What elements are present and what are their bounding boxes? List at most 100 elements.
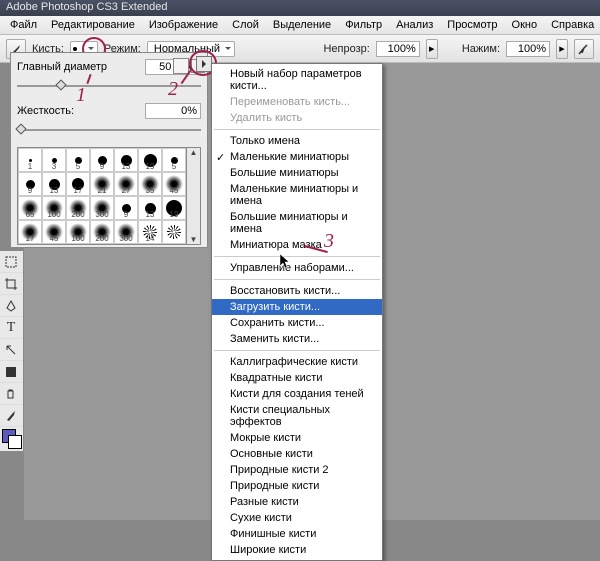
brush-preset[interactable]: 1	[18, 148, 42, 172]
brush-preset[interactable]: 9	[114, 196, 138, 220]
brush-preset[interactable]: 300	[90, 196, 114, 220]
brush-preset[interactable]: 9	[90, 148, 114, 172]
menu-item[interactable]: Кисти для создания теней	[212, 386, 382, 402]
opacity-input[interactable]: 100%	[376, 41, 420, 57]
menu-item[interactable]: Сухие кисти	[212, 510, 382, 526]
tool-brush[interactable]	[0, 405, 22, 427]
menu-item: Удалить кисть	[212, 110, 382, 126]
tool-hand[interactable]	[0, 383, 22, 405]
menu-help[interactable]: Справка	[545, 18, 600, 32]
diameter-thumb[interactable]	[55, 79, 66, 90]
airbrush-icon[interactable]	[574, 39, 594, 59]
menu-item[interactable]: Большие миниатюры	[212, 165, 382, 181]
opacity-label: Непрозр:	[323, 43, 369, 55]
menu-file[interactable]: Файл	[4, 18, 43, 32]
menu-select[interactable]: Выделение	[267, 18, 337, 32]
menu-item[interactable]: Кисти специальных эффектов	[212, 402, 382, 430]
menu-item[interactable]: Управление наборами...	[212, 260, 382, 276]
menu-item[interactable]: Большие миниатюры и имена	[212, 209, 382, 237]
brush-preset[interactable]: 5	[162, 148, 186, 172]
tool-path[interactable]	[0, 339, 22, 361]
brush-preset[interactable]: 17	[66, 172, 90, 196]
brush-preset[interactable]: 13	[138, 196, 162, 220]
menu-item[interactable]: Каллиграфические кисти	[212, 354, 382, 370]
hardness-label: Жесткость:	[17, 105, 74, 117]
menu-filter[interactable]: Фильтр	[339, 18, 388, 32]
scroll-down-icon[interactable]: ▼	[190, 235, 198, 244]
hardness-thumb[interactable]	[15, 123, 26, 134]
background-swatch[interactable]	[8, 435, 22, 449]
brush-preset[interactable]: 300	[114, 220, 138, 244]
tool-shape[interactable]	[0, 361, 22, 383]
menu-window[interactable]: Окно	[506, 18, 544, 32]
tool-crop[interactable]	[0, 273, 22, 295]
tool-pen[interactable]	[0, 295, 22, 317]
menu-item[interactable]: Разные кисти	[212, 494, 382, 510]
brush-preset[interactable]: 21	[90, 172, 114, 196]
menu-view[interactable]: Просмотр	[441, 18, 503, 32]
menu-item[interactable]: Квадратные кисти	[212, 370, 382, 386]
brush-preset[interactable]: 100	[66, 220, 90, 244]
opacity-flyout-icon[interactable]: ▸	[426, 39, 438, 59]
brush-preset[interactable]: 3	[42, 148, 66, 172]
brush-preset-panel: Главный диаметр 50 пикс Жесткость: 0% 13…	[10, 52, 208, 248]
menu-item[interactable]: Новый набор параметров кисти...	[212, 66, 382, 94]
brush-flyout-menu: Новый набор параметров кисти...Переимено…	[211, 63, 383, 561]
brush-preset[interactable]: 200	[66, 196, 90, 220]
menu-item[interactable]: Заменить кисти...	[212, 331, 382, 347]
brush-grid-scrollbar[interactable]: ▲ ▼	[187, 147, 201, 245]
menu-layer[interactable]: Слой	[226, 18, 265, 32]
brush-preset[interactable]: 45	[162, 172, 186, 196]
diameter-label: Главный диаметр	[17, 61, 107, 73]
brush-preset[interactable]: 45	[42, 220, 66, 244]
hardness-slider[interactable]	[17, 123, 201, 137]
brush-preset[interactable]: 13	[114, 148, 138, 172]
flow-input[interactable]: 100%	[506, 41, 550, 57]
diameter-slider[interactable]	[17, 79, 201, 93]
tool-type[interactable]: T	[0, 317, 22, 339]
menu-item[interactable]: Миниатюра мазка	[212, 237, 382, 253]
brush-preset[interactable]: 19	[138, 148, 162, 172]
scroll-up-icon[interactable]: ▲	[190, 148, 198, 157]
menu-item[interactable]: Сохранить кисти...	[212, 315, 382, 331]
brush-preset[interactable]: 100	[42, 196, 66, 220]
color-swatches[interactable]	[0, 427, 23, 451]
brush-preset[interactable]: 19	[162, 196, 186, 220]
menu-item[interactable]: Только имена	[212, 133, 382, 149]
menu-image[interactable]: Изображение	[143, 18, 224, 32]
brush-preset[interactable]: 9	[18, 172, 42, 196]
brush-dot-icon	[73, 47, 77, 51]
flow-flyout-icon[interactable]: ▸	[556, 39, 568, 59]
tool-marquee[interactable]	[0, 251, 22, 273]
flow-label: Нажим:	[462, 43, 500, 55]
brush-preset[interactable]: 27	[114, 172, 138, 196]
app-title: Adobe Photoshop CS3 Extended	[6, 1, 167, 13]
menu-item[interactable]: Мокрые кисти	[212, 430, 382, 446]
menu-item[interactable]: Маленькие миниатюры	[212, 149, 382, 165]
toolbox: T	[0, 250, 24, 452]
menu-item[interactable]: Природные кисти	[212, 478, 382, 494]
brush-preset[interactable]	[162, 220, 186, 244]
brush-preset[interactable]: 5	[66, 148, 90, 172]
brush-preset[interactable]: 35	[138, 172, 162, 196]
brush-preset[interactable]: 13	[42, 172, 66, 196]
title-bar: Adobe Photoshop CS3 Extended	[0, 0, 600, 16]
menu-item[interactable]: Восстановить кисти...	[212, 283, 382, 299]
hardness-field[interactable]: 0%	[145, 103, 201, 119]
brush-preset[interactable]: 65	[18, 196, 42, 220]
brush-grid: 1359131959131721273545651002003009131917…	[17, 147, 187, 245]
brush-preset[interactable]: 200	[90, 220, 114, 244]
panel-new-icon[interactable]	[173, 58, 189, 74]
menu-item[interactable]: Широкие кисти	[212, 542, 382, 558]
menu-item[interactable]: Загрузить кисти...	[212, 299, 382, 315]
menu-bar: Файл Редактирование Изображение Слой Выд…	[0, 16, 600, 35]
menu-item[interactable]: Маленькие миниатюры и имена	[212, 181, 382, 209]
menu-item: Переименовать кисть...	[212, 94, 382, 110]
brush-preset[interactable]: 14	[138, 220, 162, 244]
brush-preset[interactable]: 17	[18, 220, 42, 244]
menu-item[interactable]: Финишные кисти	[212, 526, 382, 542]
menu-edit[interactable]: Редактирование	[45, 18, 141, 32]
menu-item[interactable]: Основные кисти	[212, 446, 382, 462]
menu-item[interactable]: Природные кисти 2	[212, 462, 382, 478]
menu-analysis[interactable]: Анализ	[390, 18, 439, 32]
